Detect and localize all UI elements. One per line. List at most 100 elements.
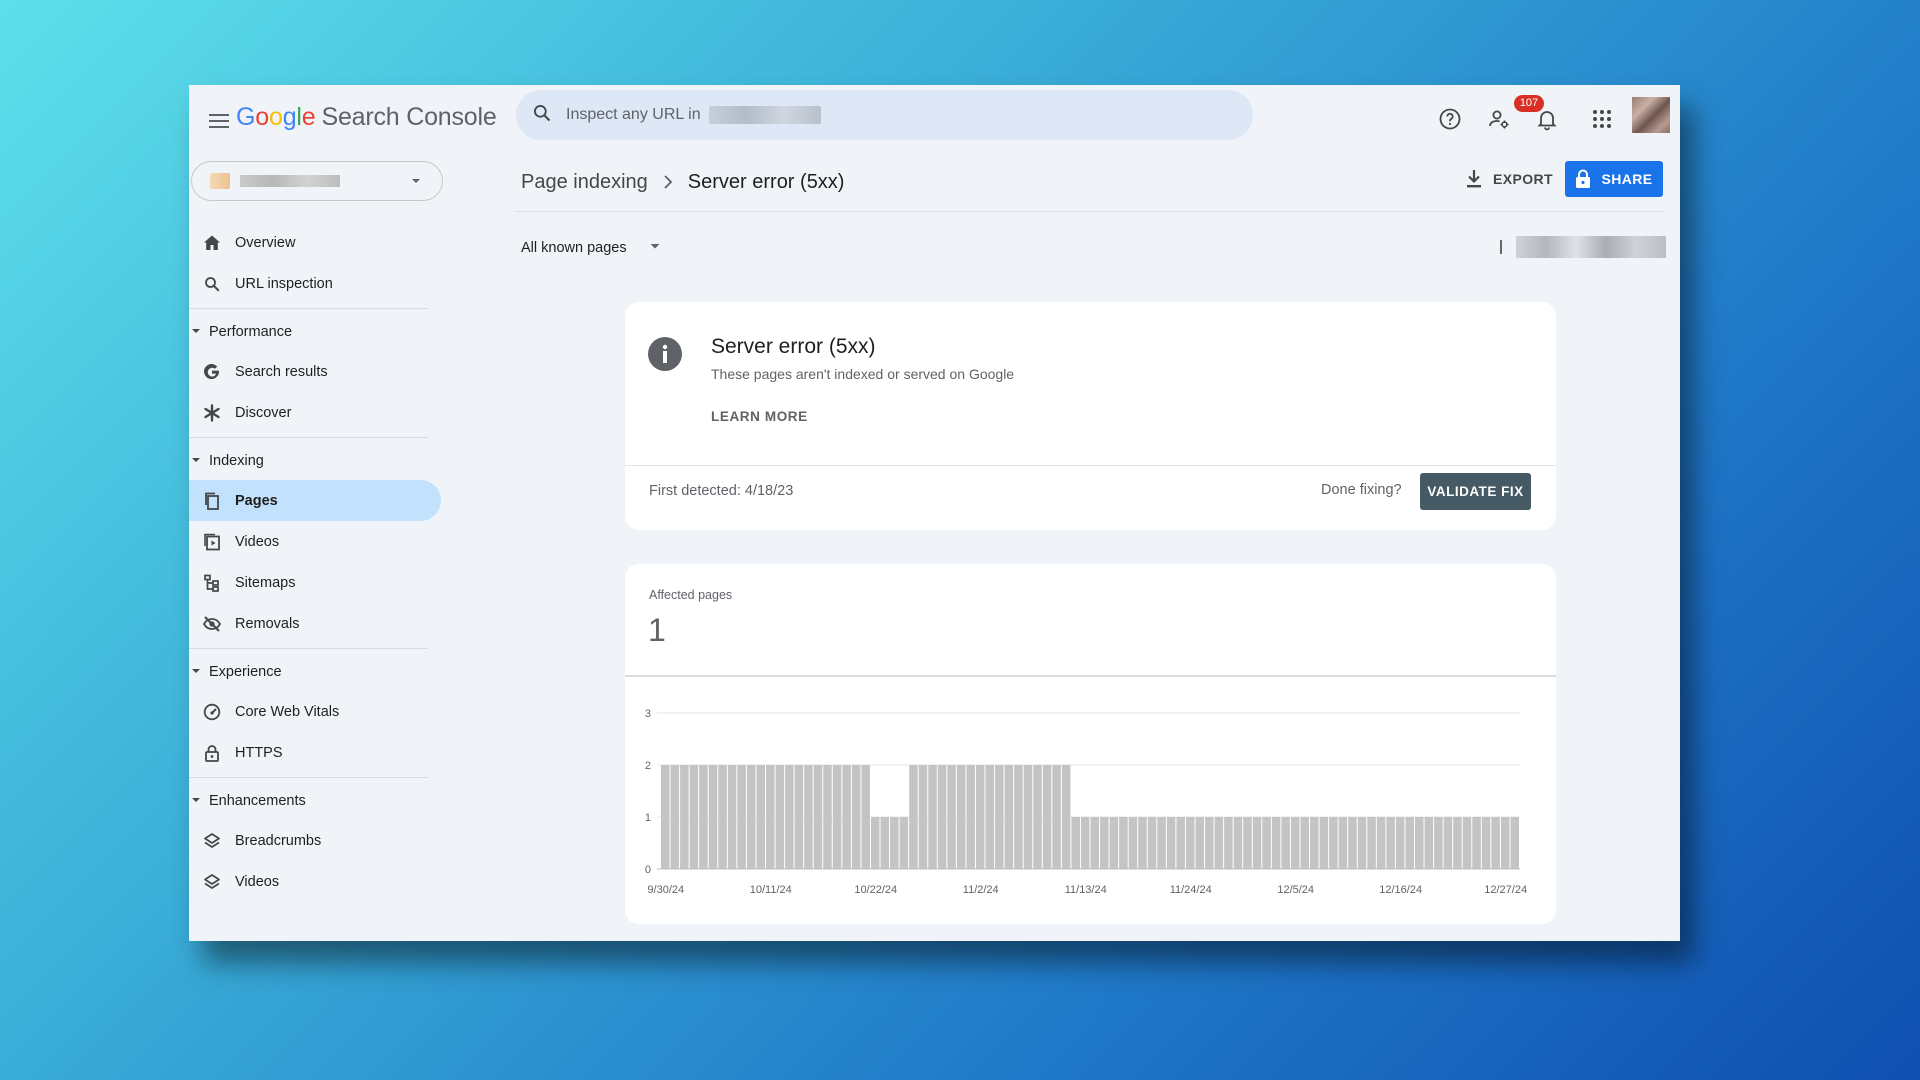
bar	[842, 765, 851, 869]
share-button[interactable]: SHARE	[1565, 161, 1663, 197]
help-circle-icon[interactable]	[1428, 97, 1472, 141]
learn-more-link[interactable]: LEARN MORE	[711, 409, 808, 424]
apps-grid-icon[interactable]	[1580, 97, 1624, 141]
bar	[1214, 817, 1224, 869]
layers-icon	[201, 871, 223, 893]
x-tick-label: 11/24/24	[1170, 884, 1212, 896]
bar	[737, 765, 746, 869]
bar	[937, 765, 947, 869]
sidebar-item-search-results[interactable]: Search results	[189, 351, 441, 392]
sidebar-item-pages[interactable]: Pages	[189, 480, 441, 521]
sidebar-section-indexing[interactable]: Indexing	[189, 442, 449, 480]
affected-pages-chart: 0 1 2 3 9/30/24 10/11/24 10/22/24 11/2/24 11/13/…	[645, 708, 1527, 896]
bar	[756, 765, 765, 869]
bar	[1300, 817, 1310, 869]
sidebar-section-label: Enhancements	[209, 793, 306, 809]
avatar[interactable]	[1632, 97, 1670, 133]
search-icon	[201, 273, 223, 295]
bar	[1176, 817, 1185, 869]
bar	[813, 765, 823, 869]
sidebar-item-label: Overview	[235, 234, 296, 251]
divider	[515, 211, 1665, 212]
gauge-icon	[201, 701, 223, 723]
bar	[1014, 765, 1023, 869]
bar	[1271, 817, 1281, 869]
property-selector[interactable]	[191, 161, 443, 201]
bar	[794, 765, 804, 869]
sidebar-item-label: Breadcrumbs	[235, 832, 322, 849]
search-placeholder: Inspect any URL in	[566, 106, 701, 123]
bar	[947, 765, 956, 869]
sidebar-item-sitemaps[interactable]: Sitemaps	[189, 562, 441, 603]
sidebar-item-https[interactable]: HTTPS	[189, 732, 441, 773]
bar	[899, 817, 909, 869]
bar	[1453, 817, 1462, 869]
breadcrumb-page-indexing[interactable]: Page indexing	[521, 171, 648, 194]
nav-divider	[189, 437, 428, 438]
bar	[746, 765, 756, 869]
x-tick-label: 9/30/24	[647, 884, 684, 896]
sidebar-section-experience[interactable]: Experience	[189, 653, 449, 691]
export-button[interactable]: EXPORT	[1459, 160, 1559, 198]
first-detected-text: First detected: 4/18/23	[649, 483, 794, 499]
bar	[985, 765, 995, 869]
bar	[718, 765, 727, 869]
sidebar-item-videos[interactable]: Videos	[189, 521, 441, 562]
affected-pages-value: 1	[648, 612, 666, 648]
chevron-down-icon	[410, 174, 422, 192]
sidebar-item-url-inspection[interactable]: URL inspection	[189, 263, 441, 304]
google-search-console-logo[interactable]: Google Search Console	[236, 103, 497, 132]
sidebar-section-enhancements[interactable]: Enhancements	[189, 782, 449, 820]
bar	[1434, 817, 1443, 869]
bar	[861, 765, 870, 869]
sidebar-item-videos[interactable]: Videos	[189, 861, 441, 902]
sidebar-section-label: Experience	[209, 664, 282, 680]
x-tick-label: 12/27/24	[1484, 884, 1527, 896]
validate-fix-button[interactable]: VALIDATE FIX	[1420, 473, 1531, 510]
sidebar-item-discover[interactable]: Discover	[189, 392, 441, 433]
hamburger-menu-icon[interactable]	[197, 99, 241, 143]
x-tick-label: 10/11/24	[750, 884, 792, 896]
bar	[918, 765, 928, 869]
y-tick-label: 0	[645, 864, 651, 876]
property-favicon	[210, 173, 230, 189]
bar	[804, 765, 813, 869]
y-tick-label: 3	[645, 708, 651, 720]
bar	[670, 765, 680, 869]
sidebar-item-label: Search results	[235, 363, 328, 380]
bar	[851, 765, 861, 869]
sidebar-item-label: HTTPS	[235, 744, 283, 761]
bar	[1405, 817, 1415, 869]
bar	[1367, 817, 1376, 869]
chevron-down-icon	[649, 240, 661, 256]
bar	[1252, 817, 1262, 869]
date-range-selector[interactable]	[1500, 234, 1666, 260]
bar	[870, 817, 880, 869]
sidebar-item-removals[interactable]: Removals	[189, 603, 441, 644]
url-inspect-search[interactable]: Inspect any URL in	[516, 90, 1253, 140]
pages-filter-dropdown[interactable]: All known pages	[521, 233, 661, 263]
bar	[1128, 817, 1138, 869]
bar	[1090, 817, 1100, 869]
bar	[699, 765, 708, 869]
logo-letter: o	[255, 103, 269, 131]
bar	[1061, 765, 1071, 869]
bar	[1395, 817, 1405, 869]
lock-icon	[1576, 169, 1591, 188]
share-label: SHARE	[1601, 171, 1653, 187]
sidebar-item-breadcrumbs[interactable]: Breadcrumbs	[189, 820, 441, 861]
top-bar: Google Search Console Inspect any URL in …	[189, 85, 1680, 157]
sidebar-item-core-web-vitals[interactable]: Core Web Vitals	[189, 691, 441, 732]
bar	[1472, 817, 1481, 869]
bar	[1319, 817, 1329, 869]
bar	[1310, 817, 1319, 869]
sidebar-nav: Overview URL inspection Performance Search …	[189, 222, 449, 902]
sidebar-section-performance[interactable]: Performance	[189, 313, 449, 351]
pages-icon	[201, 490, 223, 512]
bar	[1157, 817, 1166, 869]
redacted-date-range	[1516, 236, 1666, 258]
bar	[1386, 817, 1395, 869]
sidebar-item-overview[interactable]: Overview	[189, 222, 441, 263]
bar	[1109, 817, 1119, 869]
bar	[689, 765, 699, 869]
